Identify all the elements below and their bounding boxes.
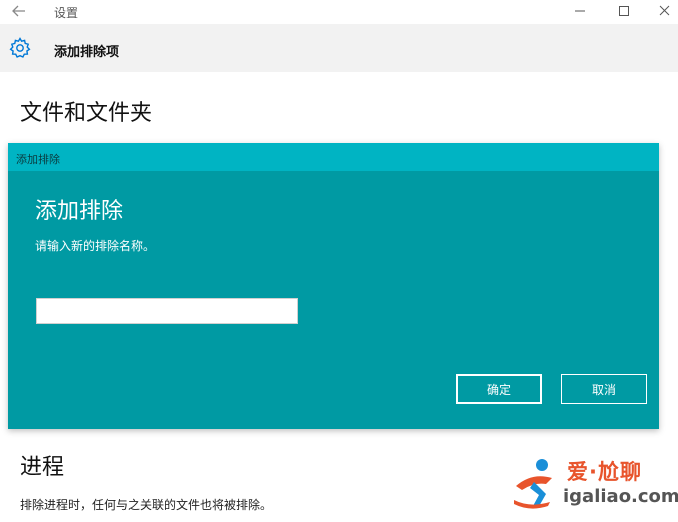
arrow-left-icon bbox=[12, 5, 25, 17]
watermark-brand: 爱·尬聊 bbox=[567, 460, 642, 484]
maximize-icon bbox=[619, 6, 629, 16]
dialog-prompt: 请输入新的排除名称。 bbox=[35, 239, 156, 253]
window-title: 设置 bbox=[54, 6, 79, 20]
page-title: 添加排除项 bbox=[54, 45, 120, 60]
process-description: 排除进程时，任何与之关联的文件也将被排除。 bbox=[20, 498, 273, 512]
close-icon bbox=[659, 5, 670, 16]
ok-button[interactable]: 确定 bbox=[456, 374, 542, 404]
runner-logo-icon bbox=[514, 459, 552, 509]
gear-icon bbox=[9, 37, 31, 58]
maximize-button[interactable] bbox=[606, 0, 642, 22]
add-exclusion-dialog: 添加排除 添加排除 请输入新的排除名称。 确定 取消 bbox=[8, 143, 659, 429]
exclusion-name-input[interactable] bbox=[36, 298, 298, 324]
dialog-heading: 添加排除 bbox=[35, 199, 124, 224]
minimize-icon bbox=[575, 10, 585, 12]
minimize-button[interactable] bbox=[562, 0, 598, 22]
watermark: 爱·尬聊 igaliao.com bbox=[512, 452, 678, 518]
title-bar: 设置 bbox=[0, 0, 678, 24]
section-title-files: 文件和文件夹 bbox=[20, 101, 153, 126]
dialog-bar-title: 添加排除 bbox=[16, 153, 60, 166]
watermark-url: igaliao.com bbox=[563, 486, 678, 507]
settings-icon-wrap bbox=[8, 36, 32, 60]
page-header: 添加排除项 bbox=[0, 24, 678, 72]
section-title-process: 进程 bbox=[20, 455, 65, 480]
cancel-button[interactable]: 取消 bbox=[561, 374, 647, 404]
dialog-title-bar[interactable]: 添加排除 bbox=[8, 143, 659, 171]
close-button[interactable] bbox=[650, 0, 678, 22]
back-button[interactable] bbox=[9, 1, 31, 21]
